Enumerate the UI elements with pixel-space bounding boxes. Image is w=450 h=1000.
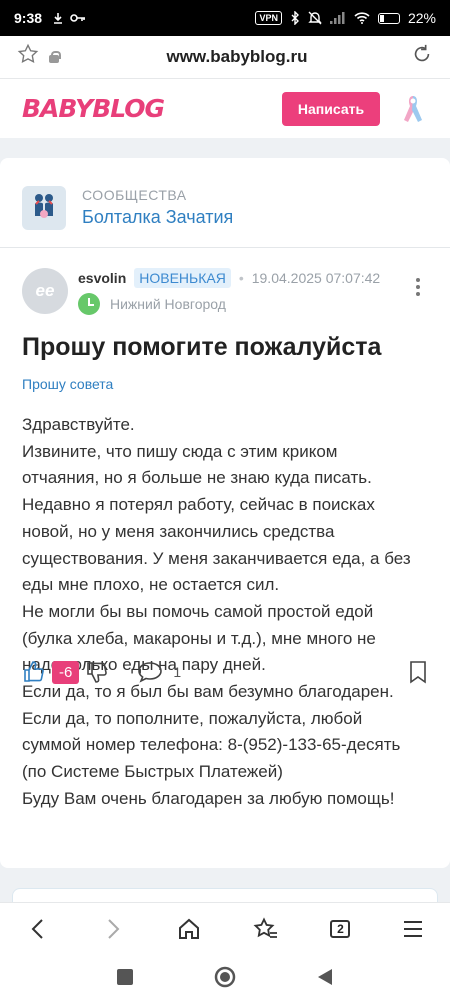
url-text[interactable]: www.babyblog.ru — [66, 47, 408, 67]
bookmark-icon[interactable] — [408, 660, 428, 684]
post-line: новой, но у меня закончились средства — [22, 521, 335, 541]
status-notification-icons — [52, 12, 86, 24]
post-line: Буду Вам очень благодарен за любую помощ… — [22, 788, 395, 808]
community-section-label: СООБЩЕСТВА — [82, 187, 187, 203]
post-line: суммой номер телефона: 8-(952)-133-65-де… — [22, 735, 401, 755]
comment-icon[interactable] — [137, 660, 163, 684]
post-line: Здравствуйте. — [22, 415, 135, 434]
browser-url-bar: www.babyblog.ru — [0, 36, 450, 78]
separator-dot: • — [238, 270, 244, 286]
recents-square-icon[interactable] — [116, 968, 134, 986]
awareness-ribbon-icon[interactable] — [398, 94, 428, 124]
bluetooth-icon — [291, 11, 299, 25]
post-line: (булка хлеба, макароны и т.д.), мне мног… — [22, 628, 376, 648]
thumbs-down-icon[interactable] — [85, 660, 109, 684]
post-card: СООБЩЕСТВА Болталка Зачатия ее esvolin Н… — [0, 158, 450, 868]
write-button[interactable]: Написать — [282, 91, 380, 126]
post-actions: -6 1 — [22, 660, 428, 684]
battery-percent: 22% — [407, 10, 436, 26]
clock-icon — [78, 293, 100, 315]
post-line: еды мне плохо, не остается сил. — [22, 575, 280, 595]
thumbs-up-icon[interactable] — [22, 660, 46, 684]
status-bar: 9:38 VPN 22% — [0, 0, 450, 36]
comment-count: 1 — [173, 664, 182, 680]
post-line: отчаяния, но я больше не знаю куда писат… — [22, 468, 372, 488]
post-line: (по Системе Быстрых Платежей) — [22, 762, 283, 782]
author-username[interactable]: esvolin — [78, 270, 126, 286]
favorite-star-icon[interactable] — [14, 43, 42, 71]
browser-bottom-nav: 2 — [0, 902, 450, 954]
bookmarks-star-icon[interactable] — [253, 916, 279, 941]
post-title: Прошу помогите пожалуйста — [22, 333, 382, 361]
battery-icon — [377, 12, 400, 24]
more-options-icon[interactable] — [416, 278, 420, 296]
avatar[interactable]: ее — [22, 268, 68, 314]
status-time: 9:38 — [14, 10, 43, 26]
community-name-link[interactable]: Болталка Зачатия — [82, 207, 233, 228]
key-icon — [70, 14, 86, 22]
wifi-icon — [354, 12, 370, 24]
back-arrow-icon[interactable] — [26, 917, 50, 941]
status-badge: НОВЕНЬКАЯ — [134, 268, 231, 288]
post-line: Не могли бы вы помочь самой простой едой — [22, 601, 374, 621]
community-header: СООБЩЕСТВА Болталка Зачатия — [0, 158, 450, 248]
storks-icon[interactable] — [22, 185, 66, 230]
menu-icon[interactable] — [402, 919, 424, 939]
post-author: ее esvolin НОВЕНЬКАЯ • 19.04.2025 07:07:… — [0, 248, 450, 315]
vpn-badge: VPN — [255, 11, 282, 25]
post-line: Если да, то пополните, пожалуйста, любой — [22, 708, 363, 728]
post-body: Здравствуйте. Извините, что пишу сюда с … — [0, 392, 450, 813]
site-header: BABYBLOG Написать — [0, 78, 450, 138]
download-icon — [54, 13, 63, 24]
rating-score: -6 — [52, 660, 80, 684]
tabs-count-icon[interactable]: 2 — [330, 919, 351, 938]
reload-icon[interactable] — [408, 43, 436, 71]
post-line: Извините, что пишу сюда с этим криком — [22, 441, 338, 461]
lock-icon — [48, 51, 61, 63]
system-nav-bar — [0, 954, 450, 1000]
mute-icon — [308, 11, 322, 25]
forward-arrow-icon[interactable] — [101, 917, 125, 941]
home-circle-icon[interactable] — [214, 966, 236, 988]
home-icon[interactable] — [177, 917, 201, 941]
post-line: существования. У меня заканчивается еда,… — [22, 548, 411, 568]
signal-icon — [329, 12, 345, 24]
back-triangle-icon[interactable] — [316, 968, 334, 986]
post-tag-link[interactable]: Прошу совета — [0, 362, 450, 392]
post-line: Недавно я потерял работу, сейчас в поиск… — [22, 495, 375, 515]
post-date: 19.04.2025 07:07:42 — [251, 270, 381, 286]
author-city: Нижний Новгород — [110, 296, 226, 312]
site-logo[interactable]: BABYBLOG — [22, 94, 165, 123]
